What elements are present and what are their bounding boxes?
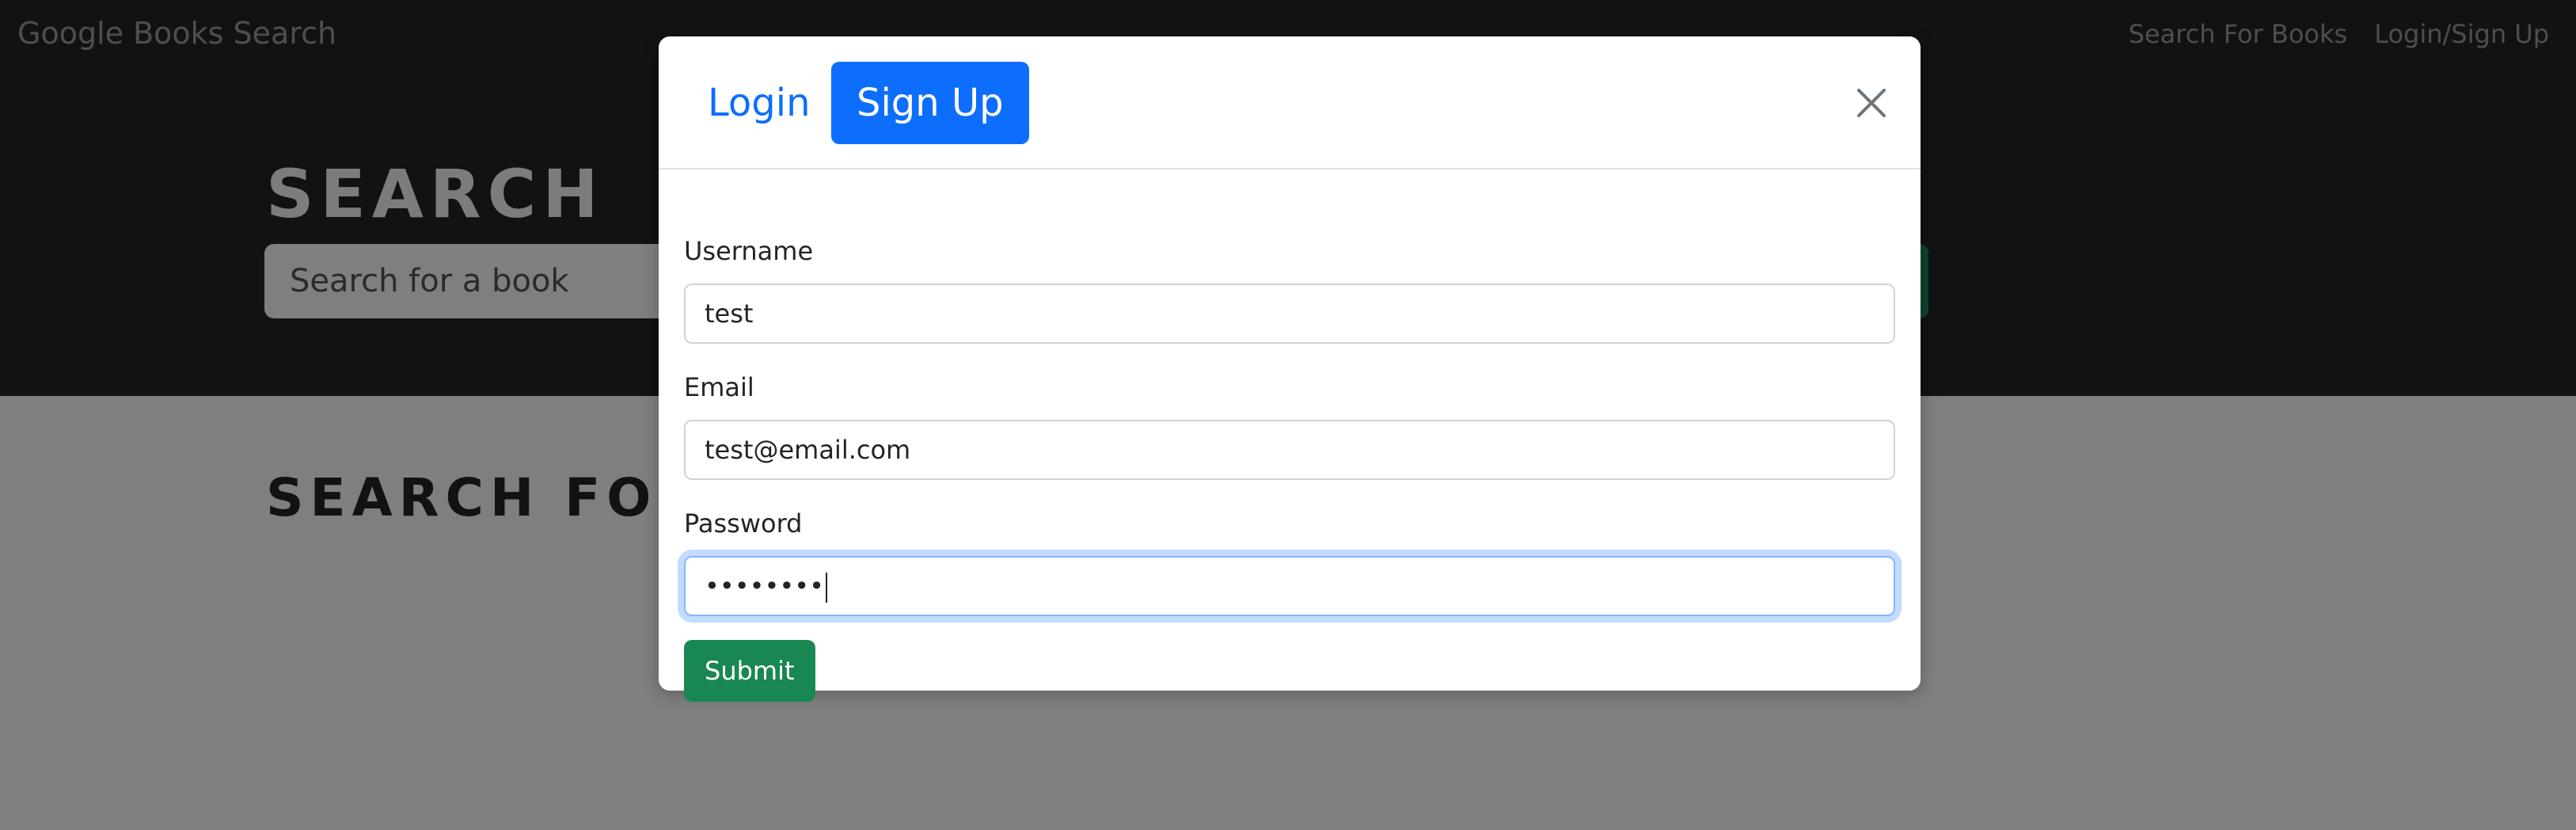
- close-icon: [1857, 89, 1886, 117]
- username-label: Username: [684, 236, 814, 266]
- submit-button[interactable]: Submit: [684, 640, 815, 702]
- password-label: Password: [684, 508, 803, 539]
- password-field[interactable]: ••••••••: [684, 556, 1895, 616]
- email-label: Email: [684, 372, 754, 402]
- tab-signup[interactable]: Sign Up: [831, 62, 1029, 144]
- close-button[interactable]: [1846, 78, 1897, 128]
- tab-login[interactable]: Login: [682, 62, 836, 144]
- username-field[interactable]: test: [684, 284, 1895, 344]
- auth-modal: Login Sign Up Username test Email test@e…: [659, 36, 1921, 702]
- modal-header: Login Sign Up: [659, 36, 1921, 169]
- text-caret: [826, 573, 827, 603]
- email-field[interactable]: test@email.com: [684, 420, 1895, 480]
- password-value: ••••••••: [705, 571, 824, 601]
